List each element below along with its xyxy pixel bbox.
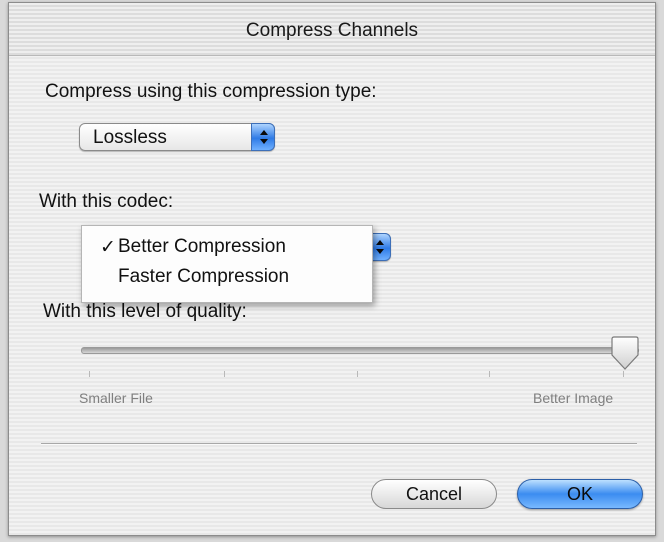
- slider-knob-icon[interactable]: [611, 335, 639, 371]
- slider-tick: [224, 371, 225, 377]
- codec-menu[interactable]: ✓ Better Compression Faster Compression: [81, 225, 373, 303]
- menu-item-better-compression[interactable]: ✓ Better Compression: [82, 232, 372, 262]
- compress-channels-dialog: Compress Channels Compress using this co…: [8, 2, 656, 536]
- dialog-title: Compress Channels: [245, 20, 419, 41]
- slider-tick: [357, 371, 358, 377]
- title-bar: Compress Channels: [9, 3, 655, 56]
- quality-slider-track[interactable]: [81, 347, 639, 354]
- codec-label: With this codec:: [39, 191, 174, 212]
- quality-label: With this level of quality:: [43, 301, 247, 322]
- menu-item-faster-compression[interactable]: Faster Compression: [82, 262, 372, 292]
- slider-tick: [623, 371, 624, 377]
- popup-arrows-icon: [251, 123, 275, 151]
- compression-type-value: Lossless: [93, 127, 167, 148]
- compression-type-label: Compress using this compression type:: [45, 81, 377, 102]
- slider-min-label: Smaller File: [79, 390, 153, 406]
- menu-item-label: Faster Compression: [118, 266, 290, 287]
- divider: [41, 443, 637, 445]
- slider-max-label: Better Image: [533, 390, 614, 406]
- menu-item-label: Better Compression: [118, 236, 286, 257]
- slider-tick: [89, 371, 90, 377]
- ok-button[interactable]: OK: [517, 479, 643, 509]
- cancel-button[interactable]: Cancel: [371, 479, 497, 509]
- check-icon: ✓: [100, 237, 116, 258]
- slider-tick: [489, 371, 490, 377]
- compression-type-popup[interactable]: Lossless: [79, 123, 275, 151]
